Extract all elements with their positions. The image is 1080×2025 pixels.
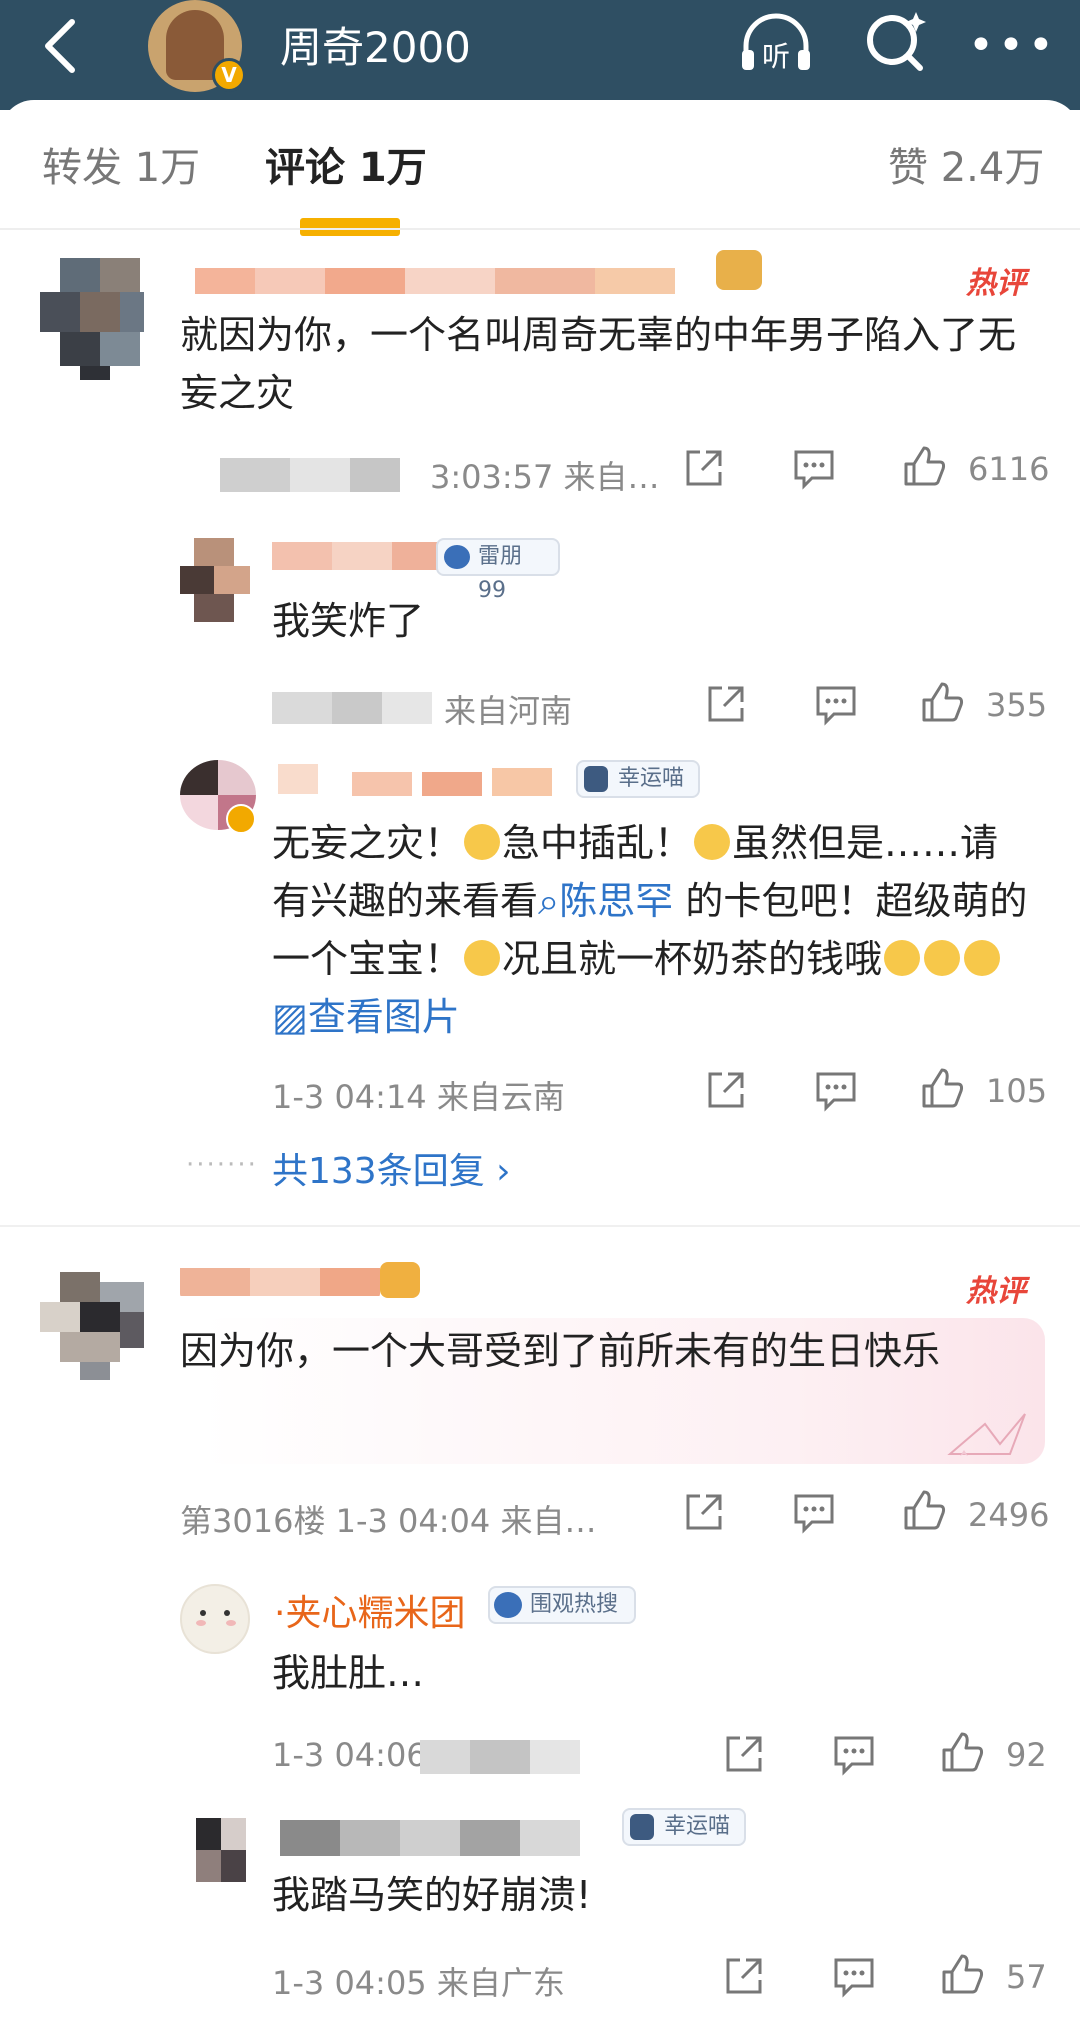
crying-laugh-emoji-icon <box>464 824 501 860</box>
comment-meta: 3:03:57 来自… <box>430 458 660 496</box>
avatar[interactable] <box>180 1584 250 1654</box>
dizzy-emoji-icon <box>964 940 1001 976</box>
avatar[interactable] <box>40 1272 144 1380</box>
like-count: 355 <box>986 686 1048 724</box>
like-count: 6116 <box>968 450 1050 488</box>
like-icon[interactable] <box>920 1066 964 1110</box>
cat-badge-icon <box>584 766 608 792</box>
tab-likes[interactable]: 赞 2.4万 <box>888 135 1044 193</box>
reply-meta: 1-3 04:14 来自云南 <box>272 1078 565 1116</box>
badge-icon <box>444 545 470 569</box>
tab-reposts[interactable]: 转发 1万 <box>42 135 200 193</box>
comment-icon[interactable] <box>792 446 836 490</box>
comment-icon[interactable] <box>792 1490 836 1534</box>
reply-text[interactable]: 我笑炸了 <box>272 592 424 650</box>
verified-badge: V <box>212 58 246 92</box>
comment-text[interactable]: 因为你，一个大哥受到了前所未有的生日快乐 <box>180 1322 1020 1380</box>
share-icon[interactable] <box>682 1490 726 1534</box>
avatar[interactable] <box>196 1818 246 1882</box>
grin-emoji-icon <box>464 940 501 976</box>
like-icon[interactable] <box>940 1952 984 1996</box>
like-icon[interactable] <box>920 680 964 724</box>
back-icon[interactable] <box>30 10 90 80</box>
username-redacted[interactable] <box>280 1816 600 1860</box>
like-icon[interactable] <box>940 1730 984 1774</box>
level-badge-icon <box>716 250 762 290</box>
like-count: 2496 <box>968 1496 1050 1534</box>
username-redacted[interactable] <box>195 262 765 298</box>
badge-icon <box>494 1592 522 1618</box>
comment-icon[interactable] <box>832 1732 876 1776</box>
share-icon[interactable] <box>704 1068 748 1112</box>
username-redacted[interactable] <box>272 760 562 796</box>
share-icon[interactable] <box>704 682 748 726</box>
reply-username[interactable]: ·夹心糯米团 <box>274 1584 465 1636</box>
username-redacted[interactable] <box>180 1262 380 1298</box>
avatar[interactable] <box>40 258 144 380</box>
comment-icon[interactable] <box>814 1068 858 1112</box>
tab-active-indicator <box>300 218 400 236</box>
share-icon[interactable] <box>682 446 726 490</box>
view-image-link[interactable]: ▨查看图片 <box>272 995 460 1039</box>
hot-comment-label: 热评 <box>966 1274 1026 1309</box>
like-count: 105 <box>986 1072 1048 1110</box>
more-icon[interactable]: ••• <box>968 20 1058 71</box>
more-replies-link[interactable]: 共133条回复 › <box>272 1142 511 1194</box>
struggle-emoji-icon <box>694 824 731 860</box>
username-redacted[interactable] <box>272 538 452 574</box>
origami-crane-icon <box>940 1404 1030 1464</box>
dizzy-emoji-icon <box>884 940 921 976</box>
dizzy-emoji-icon <box>924 940 961 976</box>
reply-text[interactable]: 我踏马笑的好崩溃! <box>272 1866 591 1924</box>
like-count: 57 <box>1006 1958 1047 1996</box>
reply-text[interactable]: 无妄之灾！ 急中插乱！ 虽然但是……请有兴趣的来看看⌕陈思罕 的卡包吧！超级萌的一个… <box>272 814 1032 1046</box>
top-bar: V 周奇2000 听 ••• <box>0 0 1080 110</box>
hot-comment-label: 热评 <box>966 266 1026 301</box>
level-badge-icon <box>380 1262 420 1298</box>
page-title[interactable]: 周奇2000 <box>280 14 471 75</box>
divider <box>0 228 1080 230</box>
listen-icon[interactable]: 听 <box>736 12 816 76</box>
reply-meta: 1-3 04:05 来自广东 <box>272 1964 565 2002</box>
reply-ellipsis: ······· <box>186 1150 258 1180</box>
search-icon[interactable] <box>862 8 928 74</box>
like-icon[interactable] <box>902 1488 946 1532</box>
comment-meta: 第3016楼 1-3 04:04 来自… <box>180 1502 597 1540</box>
reply-text[interactable]: 我肚肚… <box>272 1644 424 1702</box>
svg-text:听: 听 <box>762 40 790 73</box>
avatar[interactable] <box>180 538 250 622</box>
like-count: 92 <box>1006 1736 1047 1774</box>
share-icon[interactable] <box>722 1732 766 1776</box>
floor-info-redacted <box>180 450 420 498</box>
comment-icon[interactable] <box>814 682 858 726</box>
reply-meta: 1-3 04:06 <box>272 1736 427 1774</box>
time-redacted <box>272 684 432 728</box>
reply-meta: 来自河南 <box>444 692 573 730</box>
comment-icon[interactable] <box>832 1954 876 1998</box>
like-icon[interactable] <box>902 444 946 488</box>
tab-comments[interactable]: 评论 1万 <box>265 135 427 193</box>
cat-badge-icon <box>630 1814 654 1840</box>
search-link[interactable]: ⌕陈思罕 <box>538 879 673 923</box>
comment-text[interactable]: 就因为你，一个名叫周奇无辜的中年男子陷入了无妄之灾 <box>180 306 1020 422</box>
divider <box>0 1225 1080 1227</box>
location-redacted <box>420 1734 580 1778</box>
share-icon[interactable] <box>722 1954 766 1998</box>
verified-icon <box>226 804 256 834</box>
